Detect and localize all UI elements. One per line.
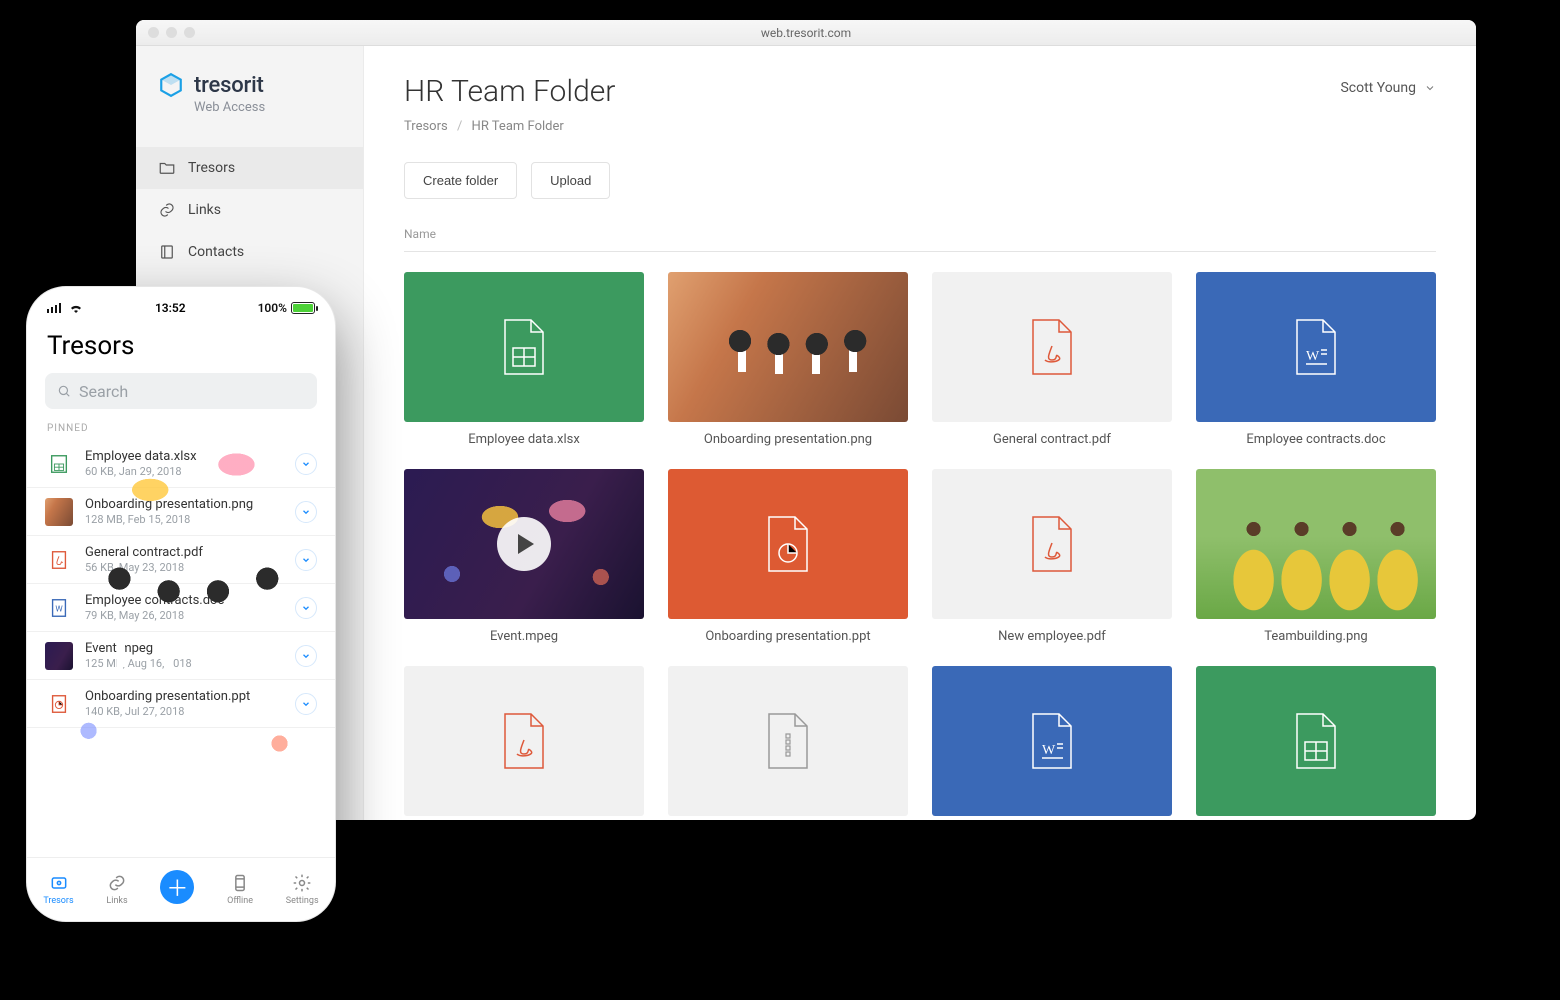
tresorit-logo-icon	[158, 72, 184, 98]
file-tile[interactable]: Teambuilding.png	[1196, 469, 1436, 644]
sidebar-item-label: Links	[188, 202, 221, 218]
file-thumbnail	[932, 272, 1172, 422]
upload-button[interactable]: Upload	[531, 162, 610, 199]
file-tile[interactable]: Onboarding presentation.png	[668, 272, 908, 447]
file-tile[interactable]: General contract.pdf	[932, 272, 1172, 447]
play-icon	[497, 517, 551, 571]
column-header-name: Name	[404, 227, 1436, 252]
file-thumbnail: W	[932, 666, 1172, 816]
sidebar-item-tresors[interactable]: Tresors	[136, 147, 363, 189]
file-name: Employee contracts.doc	[1196, 432, 1436, 447]
user-name: Scott Young	[1340, 80, 1416, 96]
file-tile[interactable]: Event.mpeg	[404, 469, 644, 644]
pdf-file-icon	[1029, 515, 1075, 573]
browser-title-bar: web.tresorit.com	[136, 20, 1476, 46]
file-thumbnail	[668, 666, 908, 816]
sidebar-item-label: Contacts	[188, 244, 244, 260]
file-tile[interactable]: W	[932, 666, 1172, 816]
brand-name: tresorit	[194, 73, 264, 98]
folder-icon	[158, 159, 176, 177]
brand-sub: Web Access	[194, 100, 341, 115]
doc-file-icon: W	[1029, 712, 1075, 770]
close-icon[interactable]	[148, 27, 159, 38]
file-name: Onboarding presentation.ppt	[668, 629, 908, 644]
sidebar-item-label: Tresors	[188, 160, 235, 176]
file-name: Onboarding presentation.png	[668, 432, 908, 447]
file-name: New employee.pdf	[932, 629, 1172, 644]
file-tile[interactable]: Onboarding presentation.ppt	[668, 469, 908, 644]
file-tile[interactable]: New employee.pdf	[932, 469, 1172, 644]
sidebar-item-contacts[interactable]: Contacts	[136, 231, 363, 273]
page-title: HR Team Folder	[404, 74, 615, 109]
file-thumbnail	[668, 469, 908, 619]
pdf-file-icon	[501, 712, 547, 770]
minimize-icon[interactable]	[166, 27, 177, 38]
browser-window: web.tresorit.com tresorit Web Access Tre…	[136, 20, 1476, 820]
brand: tresorit Web Access	[136, 46, 363, 147]
file-tile[interactable]: Employee data.xlsx	[404, 272, 644, 447]
file-thumbnail	[932, 469, 1172, 619]
zoom-icon[interactable]	[184, 27, 195, 38]
file-tile[interactable]	[668, 666, 908, 816]
user-menu[interactable]: Scott Young	[1340, 74, 1436, 96]
file-tile[interactable]	[404, 666, 644, 816]
file-name: General contract.pdf	[932, 432, 1172, 447]
chevron-down-icon	[1424, 82, 1436, 94]
file-thumbnail	[1196, 469, 1436, 619]
file-icon	[45, 642, 73, 670]
xlsx-file-icon	[501, 318, 547, 376]
xlsx-file-icon	[1293, 712, 1339, 770]
breadcrumb: Tresors / HR Team Folder	[404, 119, 615, 134]
breadcrumb-item[interactable]: Tresors	[404, 119, 448, 134]
zip-file-icon	[765, 712, 811, 770]
sidebar-item-links[interactable]: Links	[136, 189, 363, 231]
file-thumbnail	[404, 666, 644, 816]
window-controls[interactable]	[148, 27, 195, 38]
ppt-file-icon	[765, 515, 811, 573]
svg-text:W: W	[1306, 349, 1320, 364]
file-name: Event.mpeg	[404, 629, 644, 644]
browser-url: web.tresorit.com	[761, 26, 851, 40]
list-item[interactable]: Event.mpeg 125 MB, Aug 16, 2018	[27, 632, 335, 680]
file-thumbnail	[668, 272, 908, 422]
link-icon	[158, 201, 176, 219]
toolbar: Create folder Upload	[404, 162, 1436, 199]
file-thumbnail: W	[1196, 272, 1436, 422]
file-grid: Employee data.xlsx Onboarding presentati…	[404, 272, 1436, 820]
file-thumbnail	[404, 469, 644, 619]
file-name: Teambuilding.png	[1196, 629, 1436, 644]
phone-mockup: 13:52 100% Tresors Search PINNED Employe…	[26, 286, 336, 922]
file-thumbnail	[404, 272, 644, 422]
file-tile[interactable]	[1196, 666, 1436, 816]
contact-icon	[158, 243, 176, 261]
file-list: Employee data.xlsx 60 KB, Jan 29, 2018 O…	[27, 440, 335, 857]
pdf-file-icon	[1029, 318, 1075, 376]
create-folder-button[interactable]: Create folder	[404, 162, 517, 199]
main-content: HR Team Folder Tresors / HR Team Folder …	[364, 46, 1476, 820]
file-tile[interactable]: W Employee contracts.doc	[1196, 272, 1436, 447]
breadcrumb-separator: /	[457, 119, 462, 134]
file-name: Employee data.xlsx	[404, 432, 644, 447]
image-thumbnail-icon	[45, 642, 73, 670]
file-thumbnail	[1196, 666, 1436, 816]
breadcrumb-item[interactable]: HR Team Folder	[472, 119, 564, 134]
doc-file-icon: W	[1293, 318, 1339, 376]
svg-text:W: W	[1042, 743, 1056, 758]
